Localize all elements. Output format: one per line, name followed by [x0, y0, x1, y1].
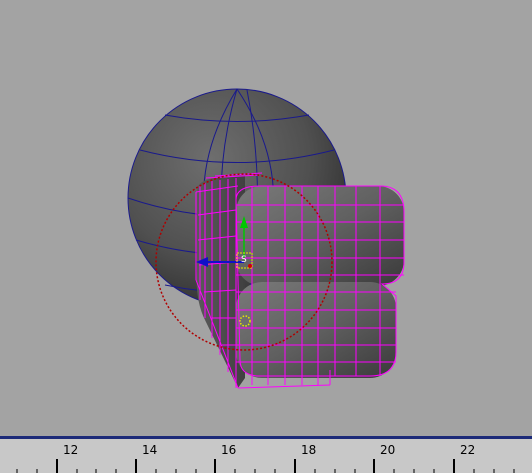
frame-label-22: 22 — [460, 443, 475, 457]
time-slider-ruler[interactable]: 12 14 16 18 20 22 — [0, 439, 532, 473]
frame-label-18: 18 — [301, 443, 316, 457]
frame-label-12: 12 — [63, 443, 78, 457]
frame-label-16: 16 — [221, 443, 236, 457]
time-slider[interactable]: 12 14 16 18 20 22 — [0, 436, 532, 473]
viewport-canvas[interactable]: S — [0, 0, 532, 436]
frame-label-14: 14 — [142, 443, 157, 457]
frame-label-20: 20 — [380, 443, 395, 457]
pivot-label: S — [241, 255, 247, 265]
box-lower-lobe — [236, 282, 396, 378]
minor-ticks — [16, 469, 515, 473]
3d-viewport[interactable]: S — [0, 0, 532, 436]
pivot-point-icon — [248, 264, 252, 268]
box-upper-lobe — [236, 186, 404, 286]
